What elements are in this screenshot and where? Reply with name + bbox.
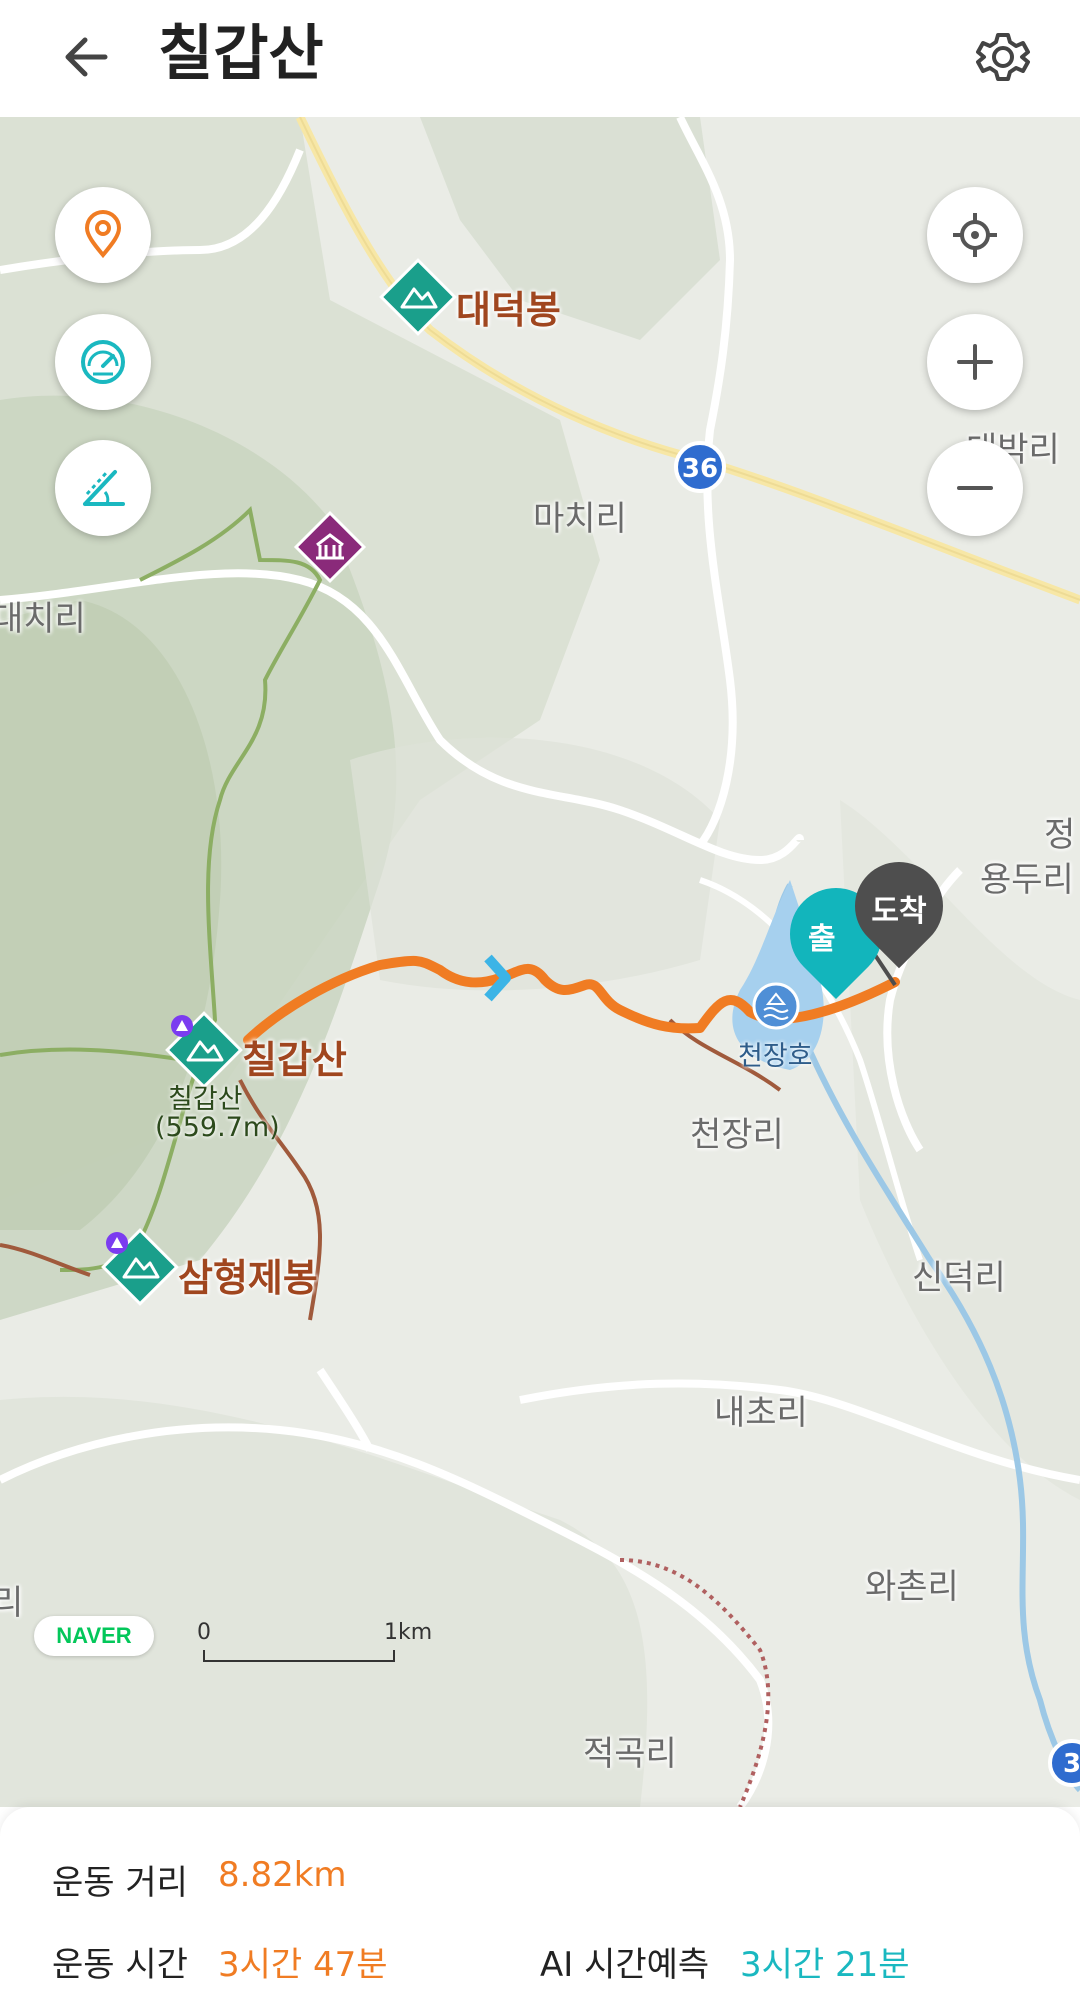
distance-value: 8.82km — [218, 1855, 347, 1895]
page-title: 칠갑산 — [158, 19, 324, 89]
scale-bar — [203, 1650, 395, 1662]
road-shield-36: 36 — [682, 454, 718, 484]
label-daechiri: 대치리 — [0, 599, 86, 639]
scale-end-label: 1km — [384, 1620, 433, 1645]
scale-start-label: 0 — [197, 1620, 211, 1645]
map-view[interactable]: 36 3 대덕봉 칠갑산 삼형제봉 칠갑산 (559.7m) 천장호 마치리 대… — [0, 117, 1080, 1807]
settings-button[interactable] — [968, 22, 1038, 92]
time-label: 운동 시간 — [52, 1945, 188, 1985]
label-naechori: 내초리 — [714, 1393, 808, 1433]
ai-time-label: AI 시간예측 — [540, 1945, 710, 1985]
label-jeokgokri: 적곡리 — [583, 1734, 677, 1774]
label-sindeokri: 신덕리 — [912, 1258, 1006, 1298]
stats-panel: 운동 거리 8.82km 운동 시간 3시간 47분 AI 시간예측 3시간 2… — [0, 1807, 1080, 2004]
map-canvas: 36 3 — [0, 117, 1080, 1807]
current-location-button[interactable] — [927, 187, 1023, 283]
naver-logo: NAVER — [34, 1616, 154, 1656]
zoom-in-button[interactable] — [927, 314, 1023, 410]
speedometer-icon — [81, 340, 125, 384]
plus-icon — [957, 344, 993, 380]
label-jeong: 정 — [1044, 815, 1076, 855]
slope-button[interactable] — [55, 440, 151, 536]
time-value: 3시간 47분 — [218, 1945, 388, 1985]
label-wachonri: 와촌리 — [865, 1567, 959, 1607]
zoom-out-button[interactable] — [927, 440, 1023, 536]
gear-icon — [976, 33, 1030, 81]
start-pin-label: 출 — [808, 922, 836, 957]
summit-name: 칠갑산 — [168, 1084, 243, 1115]
destination-pin-label: 도착 — [871, 894, 927, 929]
slope-icon — [83, 470, 125, 506]
back-button[interactable] — [55, 22, 125, 92]
label-yongduri: 용두리 — [980, 860, 1074, 900]
distance-label: 운동 거리 — [52, 1863, 188, 1903]
summit-elevation: (559.7m) — [155, 1112, 280, 1143]
minus-icon — [957, 486, 993, 490]
label-machiri: 마치리 — [533, 499, 627, 539]
label-daedeokbong: 대덕봉 — [456, 288, 561, 332]
app-header: 칠갑산 — [0, 0, 1080, 117]
location-button[interactable] — [55, 187, 151, 283]
label-partial-left: 리 — [0, 1583, 24, 1623]
label-lake: 천장호 — [738, 1041, 813, 1072]
crosshair-icon — [953, 213, 997, 257]
ai-time-value: 3시간 21분 — [740, 1945, 910, 1985]
speed-button[interactable] — [55, 314, 151, 410]
lake-marker — [752, 982, 800, 1030]
location-pin-icon — [84, 210, 122, 259]
arrow-left-icon — [65, 37, 108, 77]
label-chilgapsan: 칠갑산 — [242, 1038, 347, 1082]
label-cheonjangri: 천장리 — [690, 1115, 784, 1155]
label-samhyeongjebong: 삼형제봉 — [178, 1256, 318, 1300]
road-shield-edge: 3 — [1063, 1749, 1080, 1779]
